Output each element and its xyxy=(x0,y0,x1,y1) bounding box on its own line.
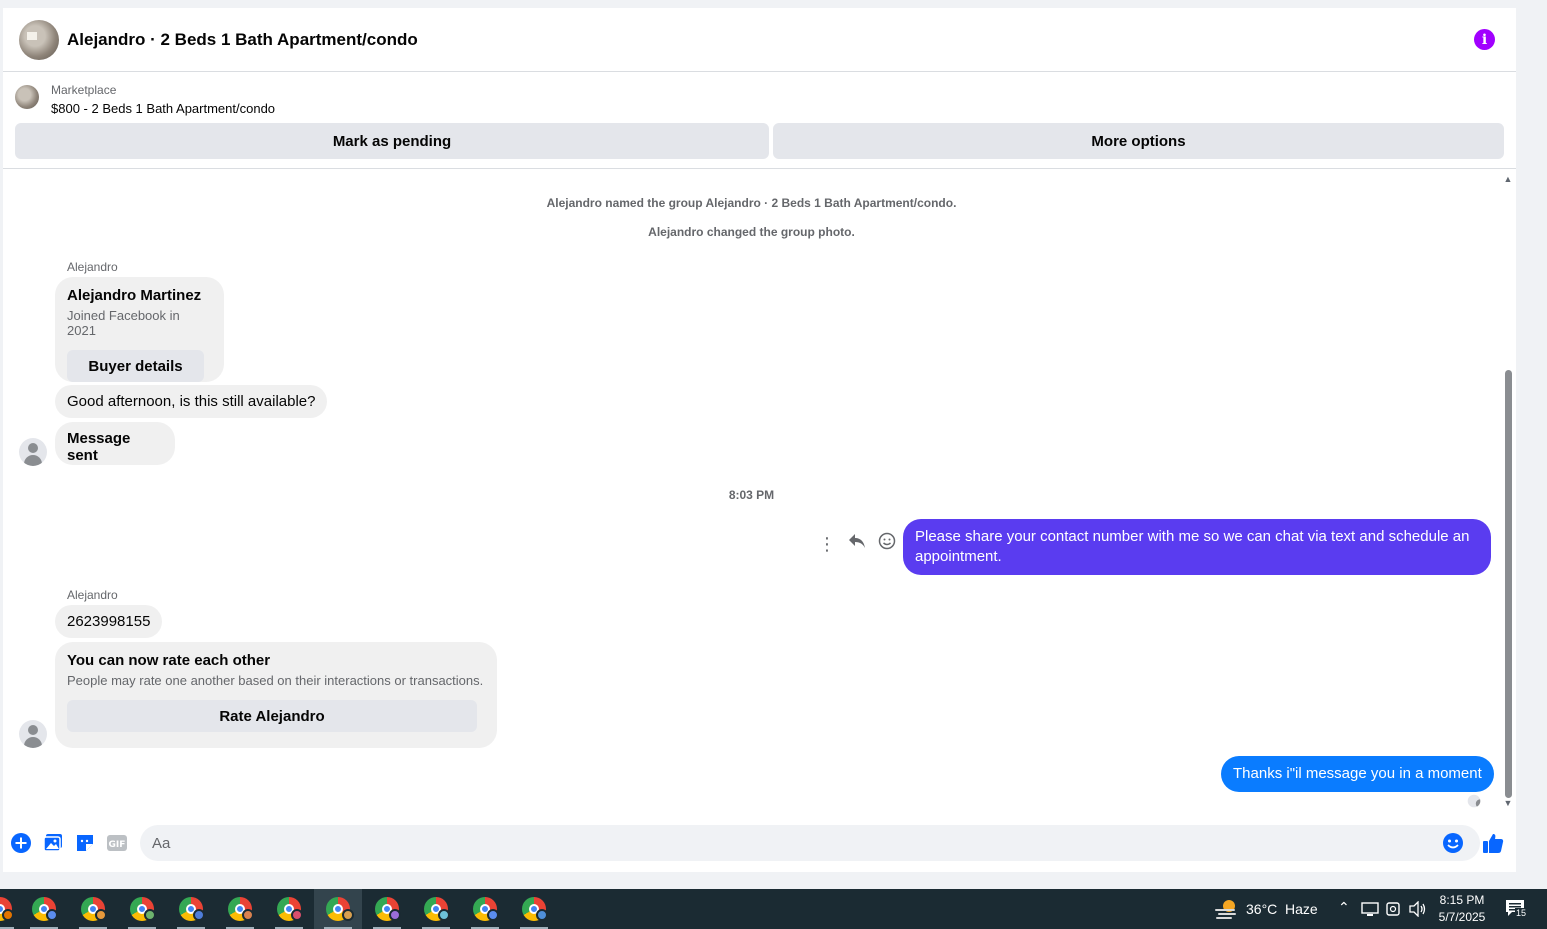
listing-thumbnail[interactable] xyxy=(15,85,39,109)
notification-icon[interactable]: 15 xyxy=(1505,899,1529,921)
taskbar-chrome-icon[interactable] xyxy=(169,889,213,929)
buyer-card: Alejandro Martinez Joined Facebook in 20… xyxy=(55,277,224,382)
rating-subtitle: People may rate one another based on the… xyxy=(67,673,484,688)
emoji-react-icon[interactable] xyxy=(878,532,896,555)
emoji-icon[interactable] xyxy=(1442,832,1464,854)
taskbar-chrome-icon[interactable] xyxy=(22,889,66,929)
weather-desc[interactable]: Haze xyxy=(1285,901,1318,917)
sender-name: Alejandro xyxy=(67,588,118,602)
rating-title: You can now rate each other xyxy=(67,652,271,669)
clock-date: 5/7/2025 xyxy=(1438,910,1486,924)
weather-icon[interactable] xyxy=(1213,897,1239,926)
taskbar-chrome-icon[interactable] xyxy=(0,889,22,929)
system-message: Alejandro named the group Alejandro · 2 … xyxy=(546,196,957,210)
more-options-button[interactable]: More options xyxy=(773,123,1504,159)
read-receipt-avatar xyxy=(1467,794,1481,808)
more-icon[interactable]: ⋮ xyxy=(818,535,836,553)
network-icon[interactable] xyxy=(1361,901,1379,922)
rating-card: You can now rate each other People may r… xyxy=(55,642,497,748)
listing-title[interactable]: $800 - 2 Beds 1 Bath Apartment/condo xyxy=(51,101,275,116)
taskbar-chrome-icon[interactable] xyxy=(463,889,507,929)
sender-avatar[interactable] xyxy=(19,720,47,748)
speaker-icon[interactable] xyxy=(1409,900,1427,922)
outgoing-message[interactable]: Thanks i"il message you in a moment xyxy=(1221,756,1494,792)
buyer-joined: Joined Facebook in 2021 xyxy=(67,308,180,338)
scroll-thumb[interactable] xyxy=(1505,370,1512,798)
message-bubble[interactable]: 2623998155 xyxy=(55,605,163,638)
plus-icon[interactable] xyxy=(10,832,32,854)
system-clock[interactable]: 8:15 PM 5/7/2025 xyxy=(1436,892,1488,926)
taskbar-chrome-icon[interactable] xyxy=(512,889,556,929)
marketplace-banner: Marketplace $800 - 2 Beds 1 Bath Apartme… xyxy=(3,73,1516,169)
message-input[interactable] xyxy=(140,825,1480,861)
info-icon[interactable]: i xyxy=(1474,29,1495,50)
group-avatar[interactable] xyxy=(19,19,59,60)
sender-name: Alejandro xyxy=(67,260,118,274)
camera-icon[interactable] xyxy=(1386,901,1402,922)
chat-title[interactable]: Alejandro · 2 Beds 1 Bath Apartment/cond… xyxy=(67,30,418,50)
photo-icon[interactable] xyxy=(42,832,64,854)
marketplace-label: Marketplace xyxy=(51,83,117,97)
taskbar-chrome-icon[interactable] xyxy=(120,889,164,929)
message-bubble[interactable]: Good afternoon, is this still available? xyxy=(55,385,328,418)
taskbar-chrome-icon-active[interactable] xyxy=(314,889,362,929)
scroll-down-arrow[interactable]: ▼ xyxy=(1503,798,1513,808)
clock-time: 8:15 PM xyxy=(1439,893,1485,907)
message-actions: ⋮ xyxy=(818,532,896,555)
outgoing-message[interactable]: Please share your contact number with me… xyxy=(903,519,1491,575)
windows-taskbar: 36°C Haze ⌃ 8:15 PM 5/7/2025 15 xyxy=(0,889,1547,929)
mark-pending-button[interactable]: Mark as pending xyxy=(15,123,769,159)
sticker-icon[interactable] xyxy=(74,832,96,854)
scroll-up-arrow[interactable]: ▲ xyxy=(1503,174,1513,184)
taskbar-chrome-icon[interactable] xyxy=(414,889,458,929)
message-bubble[interactable]: Message sent xyxy=(55,422,175,465)
taskbar-chrome-icon[interactable] xyxy=(71,889,115,929)
taskbar-chrome-icon[interactable] xyxy=(218,889,262,929)
buyer-details-button[interactable]: Buyer details xyxy=(67,350,204,382)
composer: GIF xyxy=(3,820,1516,866)
svg-text:GIF: GIF xyxy=(109,840,126,850)
taskbar-chrome-icon[interactable] xyxy=(365,889,409,929)
notification-count: 15 xyxy=(1515,908,1528,918)
scrollbar[interactable]: ▲ ▼ xyxy=(1503,174,1513,808)
rate-alejandro-button[interactable]: Rate Alejandro xyxy=(67,700,477,732)
chat-header: Alejandro · 2 Beds 1 Bath Apartment/cond… xyxy=(3,8,1516,72)
message-list[interactable]: Alejandro named the group Alejandro · 2 … xyxy=(3,170,1516,810)
gif-icon[interactable]: GIF xyxy=(106,832,128,854)
sender-avatar[interactable] xyxy=(19,438,47,466)
chevron-up-icon[interactable]: ⌃ xyxy=(1338,899,1350,916)
buyer-name: Alejandro Martinez xyxy=(67,287,202,304)
like-icon[interactable] xyxy=(1482,832,1504,854)
system-message: Alejandro changed the group photo. xyxy=(648,225,855,239)
reply-icon[interactable] xyxy=(848,533,866,554)
message-timestamp: 8:03 PM xyxy=(728,488,775,502)
weather-temp[interactable]: 36°C xyxy=(1246,901,1277,917)
taskbar-chrome-icon[interactable] xyxy=(267,889,311,929)
messenger-window: Alejandro · 2 Beds 1 Bath Apartment/cond… xyxy=(3,8,1516,872)
